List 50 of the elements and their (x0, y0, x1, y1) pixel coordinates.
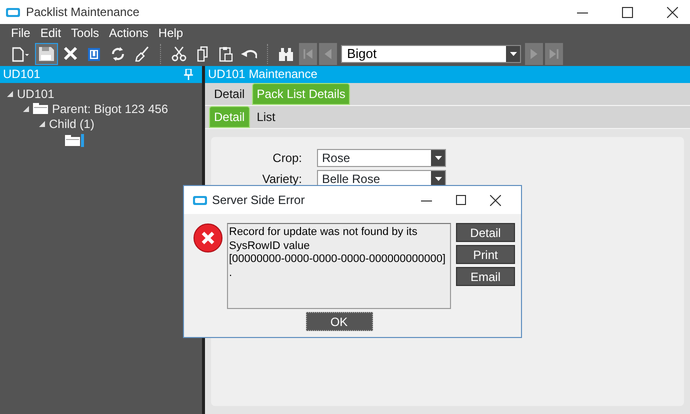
caret-icon (510, 52, 516, 56)
tab[interactable]: List (252, 106, 280, 128)
document-icon (86, 46, 102, 62)
app-icon (192, 194, 208, 206)
field-label: Variety: (261, 170, 303, 188)
panel-title: UD101 (3, 66, 42, 83)
caret-icon (434, 156, 442, 160)
tree-item[interactable]: UD101 (17, 84, 54, 102)
tab[interactable]: Detail (209, 83, 250, 105)
dialog-button[interactable]: Print (456, 245, 515, 264)
folder-icon (33, 103, 48, 114)
expanded-icon[interactable] (23, 106, 29, 112)
field-label: Crop: (272, 150, 303, 166)
dropdown-field[interactable]: Bigot (341, 44, 521, 62)
close-icon[interactable] (490, 194, 501, 206)
dropdown-field[interactable]: Rose (317, 148, 446, 166)
tree-item[interactable]: Child (1) (49, 114, 94, 132)
close-icon[interactable] (667, 6, 678, 18)
cut-icon (171, 46, 187, 62)
new-icon (10, 46, 30, 62)
menu-item[interactable]: Help (153, 24, 188, 42)
clipboard-icon (218, 46, 233, 62)
delete-icon (63, 46, 78, 61)
app-icon (5, 6, 21, 18)
error-message: Record for update was not found by its SysRowID value [00000000-0000-0000-0000-000000000000] . (227, 223, 451, 309)
error-icon (193, 223, 223, 253)
maximize-icon[interactable] (622, 6, 633, 18)
toolbar-button[interactable] (35, 42, 58, 64)
menu-item[interactable]: File (6, 24, 36, 42)
maximize-icon[interactable] (456, 195, 466, 205)
caret-icon (434, 176, 442, 180)
refresh-icon (110, 46, 126, 62)
expanded-icon[interactable] (7, 90, 13, 96)
folder-icon (65, 134, 80, 146)
dialog-button[interactable]: Detail (456, 223, 515, 242)
pin-icon[interactable] (184, 69, 193, 80)
brush-icon (134, 46, 150, 62)
dialog-title: Server Side Error (212, 192, 306, 209)
binoculars-icon (278, 46, 294, 62)
save-icon (38, 46, 55, 62)
tree-item[interactable]: Parent: Bigot 123 456 (52, 100, 168, 118)
copy-icon (195, 46, 210, 62)
panel-title: UD101 Maintenance (205, 66, 690, 83)
menu-item[interactable]: Actions (104, 24, 154, 42)
dialog-button[interactable]: Email (456, 267, 515, 286)
expanded-icon[interactable] (39, 120, 45, 126)
ok-button[interactable]: OK (306, 312, 372, 331)
menu-item[interactable]: Tools (66, 24, 104, 42)
menu-item[interactable]: Edit (35, 24, 66, 42)
window-title: Packlist Maintenance (26, 4, 140, 21)
